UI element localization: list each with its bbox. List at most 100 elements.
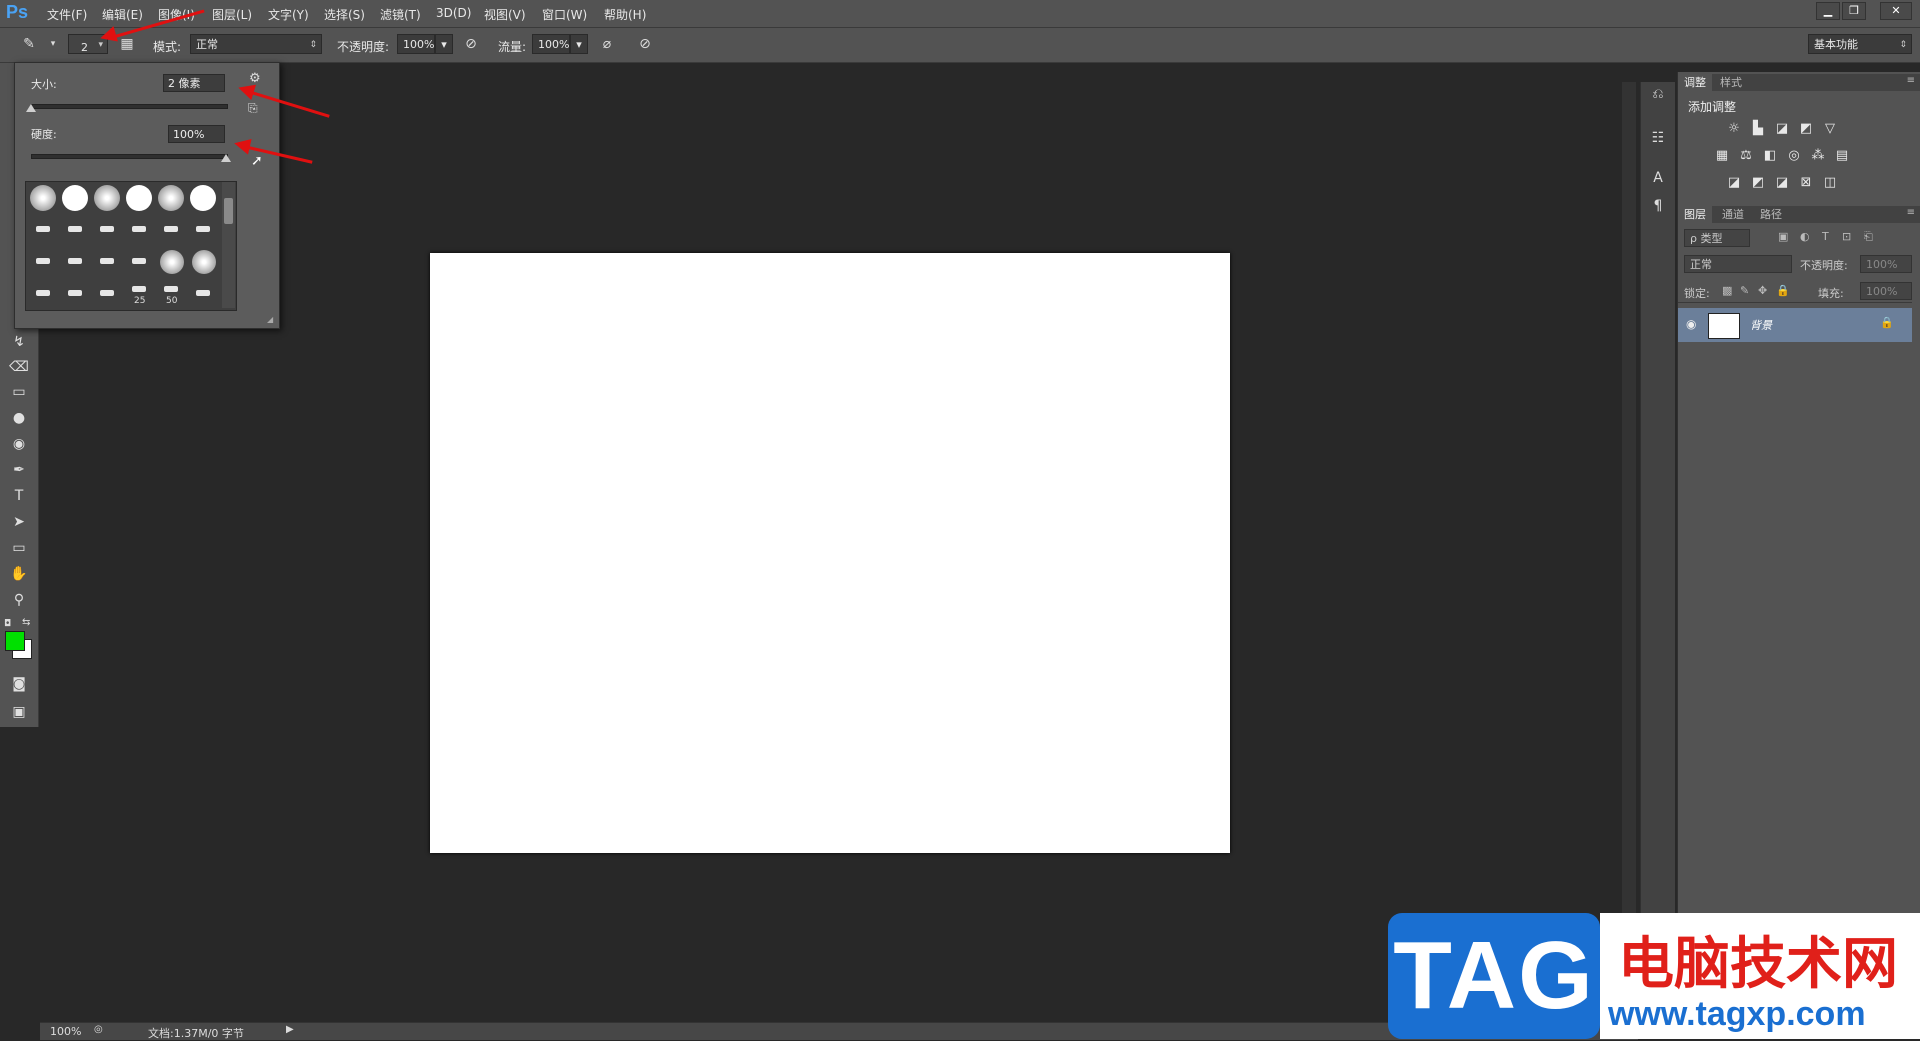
layer-name[interactable]: 背景 (1750, 317, 1772, 333)
filter-pixel-icon[interactable]: ▣ (1778, 230, 1788, 243)
workspace-select[interactable]: 基本功能 ⇕ (1808, 34, 1912, 54)
tab-paths[interactable]: 路径 (1754, 206, 1788, 223)
brush-tip[interactable] (68, 258, 82, 264)
menu-select[interactable]: 选择(S) (324, 6, 365, 23)
flow-input[interactable]: 100% (532, 34, 570, 54)
pressure-opacity-icon[interactable]: ⊘ (462, 35, 480, 53)
brush-tip[interactable] (68, 290, 82, 296)
document-canvas[interactable] (430, 253, 1230, 853)
tab-adjustments[interactable]: 调整 (1678, 74, 1712, 91)
brush-panel-toggle-icon[interactable]: ▦ (118, 35, 136, 53)
new-preset-icon[interactable]: ⎘ (248, 101, 258, 116)
menu-3d[interactable]: 3D(D) (436, 6, 471, 20)
fill-input[interactable]: 100% (1860, 282, 1912, 300)
hardness-slider[interactable] (31, 154, 228, 159)
gradient-icon[interactable]: ▭ (8, 381, 30, 403)
menu-type[interactable]: 文字(Y) (268, 6, 309, 23)
panel-menu-icon[interactable]: ≡ (1907, 207, 1915, 218)
resize-grip-icon[interactable]: ◢ (267, 315, 273, 324)
hardness-input[interactable]: 100% (168, 125, 225, 143)
menu-window[interactable]: 窗口(W) (542, 6, 587, 23)
layer-row[interactable]: ◉ 背景 🔒 (1678, 308, 1912, 342)
brush-soft-round[interactable] (158, 185, 184, 211)
brush-hard-round[interactable] (126, 185, 152, 211)
brush-tip[interactable] (164, 286, 178, 292)
channel-mixer-icon[interactable]: ⁂ (1810, 149, 1826, 163)
opacity-input[interactable]: 100% (397, 34, 435, 54)
zoom-options-icon[interactable]: ◎ (94, 1024, 103, 1035)
photo-filter-icon[interactable]: ◎ (1786, 149, 1802, 163)
vertical-scrollbar[interactable] (1622, 82, 1636, 1022)
selective-color-icon[interactable]: ⊠ (1798, 176, 1814, 190)
menu-help[interactable]: 帮助(H) (604, 6, 646, 23)
zoom-icon[interactable]: ⚲ (8, 589, 30, 611)
brush-tip[interactable] (100, 290, 114, 296)
pen-icon[interactable]: ✒ (8, 459, 30, 481)
mode-select[interactable]: 正常 ⇕ (190, 34, 322, 54)
brush-tip[interactable] (100, 258, 114, 264)
hue-saturation-icon[interactable]: ▦ (1714, 149, 1730, 163)
path-select-icon[interactable]: ➤ (8, 511, 30, 533)
character-panel-icon[interactable]: A (1648, 168, 1668, 188)
brush-hard-round[interactable] (62, 185, 88, 211)
layer-filter-select[interactable]: ρ 类型 (1684, 229, 1750, 247)
color-balance-icon[interactable]: ⚖ (1738, 149, 1754, 163)
hand-icon[interactable]: ✋ (8, 563, 30, 585)
brush-tip[interactable] (132, 258, 146, 264)
paragraph-panel-icon[interactable]: ¶ (1648, 196, 1668, 216)
close-button[interactable]: ✕ (1880, 2, 1912, 20)
blend-mode-select[interactable]: 正常 (1684, 255, 1792, 273)
exposure-icon[interactable]: ◩ (1798, 122, 1814, 136)
history-panel-icon[interactable]: ⎌ (1648, 84, 1668, 104)
brush-soft-round[interactable] (192, 250, 216, 274)
black-white-icon[interactable]: ◧ (1762, 149, 1778, 163)
quick-mask-icon[interactable]: ◙ (8, 673, 30, 695)
eraser-icon[interactable]: ⌫ (8, 356, 30, 378)
invert-icon[interactable]: ◪ (1726, 176, 1742, 190)
threshold-icon[interactable]: ◪ (1774, 176, 1790, 190)
rectangle-icon[interactable]: ▭ (8, 537, 30, 559)
menu-edit[interactable]: 编辑(E) (102, 6, 143, 23)
layer-opacity-input[interactable]: 100% (1860, 255, 1912, 273)
lock-move-icon[interactable]: ✥ (1758, 284, 1767, 297)
screen-mode-icon[interactable]: ▣ (8, 701, 30, 723)
brush-tip[interactable] (36, 290, 50, 296)
menu-layer[interactable]: 图层(L) (212, 6, 252, 23)
levels-icon[interactable]: ▙ (1750, 122, 1766, 136)
size-slider-thumb[interactable] (26, 104, 36, 112)
history-brush-icon[interactable]: ↯ (8, 331, 30, 353)
play-arrow-icon[interactable]: ▶ (286, 1024, 294, 1035)
hardness-slider-thumb[interactable] (221, 154, 231, 162)
filter-smart-object-icon[interactable]: ⎗ (1864, 230, 1873, 244)
airbrush-icon[interactable]: ⌀ (598, 35, 616, 53)
color-lookup-icon[interactable]: ▤ (1834, 149, 1850, 163)
brush-preset-grid[interactable]: 25 50 (25, 181, 237, 311)
menu-view[interactable]: 视图(V) (484, 6, 526, 23)
vibrance-icon[interactable]: ▽ (1822, 122, 1838, 136)
zoom-level[interactable]: 100% (50, 1025, 81, 1038)
menu-file[interactable]: 文件(F) (47, 6, 87, 23)
foreground-color-swatch[interactable] (5, 631, 25, 651)
brush-grid-scroll-thumb[interactable] (224, 198, 233, 224)
posterize-icon[interactable]: ◩ (1750, 176, 1766, 190)
type-icon[interactable]: T (8, 485, 30, 507)
filter-shape-icon[interactable]: ⊡ (1842, 230, 1851, 243)
gradient-map-icon[interactable]: ◫ (1822, 176, 1838, 190)
pressure-size-icon[interactable]: ⊘ (636, 35, 654, 53)
panel-menu-icon[interactable]: ≡ (1907, 75, 1915, 86)
brush-tip[interactable] (36, 258, 50, 264)
opacity-dropdown[interactable]: ▾ (435, 34, 453, 54)
brush-grid-scrollbar[interactable] (222, 182, 235, 308)
brush-soft-round[interactable] (160, 250, 184, 274)
brush-hard-round[interactable] (190, 185, 216, 211)
tab-layers[interactable]: 图层 (1678, 206, 1712, 223)
tab-styles[interactable]: 样式 (1714, 74, 1748, 91)
brush-tip[interactable] (100, 226, 114, 232)
dodge-icon[interactable]: ◉ (8, 433, 30, 455)
brush-tip[interactable] (196, 290, 210, 296)
brush-tip[interactable] (68, 226, 82, 232)
default-colors-icon[interactable]: ◘ (4, 619, 11, 629)
brush-tip[interactable] (36, 226, 50, 232)
brush-tip[interactable] (132, 226, 146, 232)
menu-filter[interactable]: 滤镜(T) (380, 6, 421, 23)
